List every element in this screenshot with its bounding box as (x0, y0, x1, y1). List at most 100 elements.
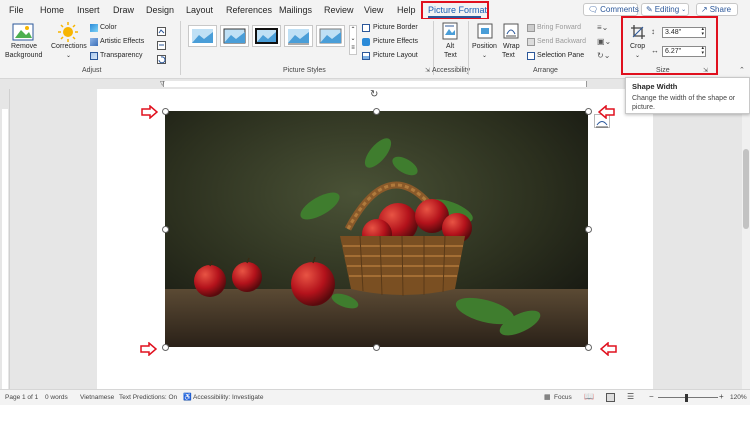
word-count[interactable]: 0 words (45, 394, 68, 401)
change-picture-icon[interactable] (157, 37, 166, 50)
apple-basket-picture[interactable] (165, 111, 588, 347)
artistic-effects-icon (90, 38, 98, 46)
rotate-handle-icon[interactable]: ↻ (370, 89, 378, 100)
zoom-level[interactable]: 120% (730, 394, 747, 401)
share-button[interactable]: ↗ Share (696, 3, 738, 16)
page-count[interactable]: Page 1 of 1 (5, 394, 38, 401)
arrow-left-icon (597, 104, 615, 120)
tab-mailings[interactable]: Mailings (279, 5, 312, 15)
picture-style-1[interactable] (188, 25, 217, 47)
picture-effects-button[interactable]: Picture Effects (373, 38, 418, 45)
scrollbar-thumb[interactable] (743, 149, 749, 229)
remove-background-icon (12, 23, 34, 41)
text-predictions-status[interactable]: Text Predictions: On (119, 394, 177, 401)
wrap-text-button[interactable]: Wrap (503, 43, 520, 50)
vertical-scrollbar[interactable] (742, 89, 750, 389)
accessibility-icon: ♿ (183, 394, 192, 401)
read-mode-icon[interactable]: 📖 (584, 392, 594, 401)
tab-home[interactable]: Home (40, 5, 64, 15)
bring-forward-icon (527, 24, 535, 32)
rotate-icon[interactable]: ↻⌄ (597, 51, 611, 60)
picture-style-5[interactable] (316, 25, 345, 47)
picture-style-4[interactable] (284, 25, 313, 47)
picture-layout-button[interactable]: Picture Layout (373, 52, 418, 59)
color-button[interactable]: Color (100, 24, 117, 31)
dialog-launcher-icon[interactable]: ⇲ (425, 67, 430, 74)
tab-layout[interactable]: Layout (186, 5, 213, 15)
position-button[interactable]: Position (472, 43, 497, 50)
selection-pane-button[interactable]: Selection Pane (537, 52, 584, 59)
tooltip-body: Change the width of the shape or picture… (632, 95, 736, 111)
tab-insert[interactable]: Insert (77, 5, 100, 15)
bring-forward-button[interactable]: Bring Forward (537, 24, 581, 31)
tab-review[interactable]: Review (324, 5, 354, 15)
vertical-ruler-text-area (2, 109, 8, 389)
resize-handle-left[interactable] (162, 226, 169, 233)
chevron-down-icon: ⌄ (482, 53, 488, 59)
tab-help[interactable]: Help (397, 5, 416, 15)
focus-icon: ▦ (544, 394, 551, 401)
reset-picture-icon[interactable] (157, 51, 166, 64)
zoom-out-icon[interactable]: − (649, 392, 654, 401)
zoom-slider[interactable] (658, 397, 718, 398)
wrap-text-label2: Text (502, 52, 515, 59)
highlight-picture-format-tab (421, 1, 489, 20)
comments-button[interactable]: 🗨 Comments (583, 3, 639, 16)
resize-handle-bottom-left[interactable] (162, 344, 169, 351)
language-indicator[interactable]: Vietnamese (80, 394, 114, 401)
print-layout-icon[interactable] (606, 393, 615, 402)
tab-file[interactable]: File (9, 5, 24, 15)
picture-style-3[interactable] (252, 25, 281, 47)
highlight-size-group (621, 16, 718, 75)
arrange-group-label: Arrange (533, 67, 558, 74)
web-layout-icon[interactable]: ☰ (627, 392, 634, 401)
separator (180, 21, 181, 75)
resize-handle-top[interactable] (373, 108, 380, 115)
editing-button[interactable]: ✎ Editing ⌄ (641, 3, 689, 16)
vertical-ruler[interactable] (0, 89, 10, 389)
transparency-button[interactable]: Transparency (100, 52, 143, 59)
tab-design[interactable]: Design (146, 5, 174, 15)
collapse-ribbon-icon[interactable]: ⌃ (739, 66, 745, 74)
selection-pane-icon (527, 52, 535, 60)
zoom-in-icon[interactable]: + (719, 392, 724, 401)
ruler-text-area (163, 81, 587, 87)
resize-handle-bottom-right[interactable] (585, 344, 592, 351)
focus-button[interactable]: Focus (554, 394, 572, 401)
alt-text-button[interactable]: Alt (446, 43, 454, 50)
resize-handle-right[interactable] (585, 226, 592, 233)
tab-draw[interactable]: Draw (113, 5, 134, 15)
picture-style-2[interactable] (220, 25, 249, 47)
status-bar: Page 1 of 1 0 words Vietnamese Text Pred… (0, 389, 750, 405)
compress-pictures-icon[interactable] (157, 23, 166, 36)
tab-view[interactable]: View (364, 5, 383, 15)
adjust-group-label: Adjust (82, 67, 102, 74)
remove-background-label2: Background (5, 52, 43, 59)
shape-width-tooltip: Shape Width Change the width of the shap… (625, 77, 750, 114)
indent-marker-icon[interactable]: ▽ (160, 80, 165, 87)
picture-border-button[interactable]: Picture Border (373, 24, 418, 31)
editing-label: Editing (654, 5, 680, 14)
send-backward-icon (527, 38, 535, 46)
send-backward-button[interactable]: Send Backward (537, 38, 586, 45)
align-icon[interactable]: ≡⌄ (597, 23, 611, 32)
wrap-text-icon (503, 23, 519, 39)
resize-handle-bottom[interactable] (373, 344, 380, 351)
resize-handle-top-left[interactable] (162, 108, 169, 115)
styles-gallery-scroll[interactable]: ⌃ ⌄ ≡ (349, 25, 357, 55)
accessibility-status[interactable]: Accessibility: Investigate (193, 394, 263, 401)
picture-border-icon (362, 24, 370, 32)
corrections-icon (58, 22, 78, 42)
tooltip-title: Shape Width (632, 82, 678, 91)
group-icon[interactable]: ▣⌄ (597, 37, 611, 46)
tab-references[interactable]: References (226, 5, 272, 15)
zoom-slider-thumb[interactable] (685, 394, 688, 402)
page-footer-space (0, 405, 750, 434)
artistic-effects-button[interactable]: Artistic Effects (100, 38, 144, 45)
remove-background-button[interactable]: Remove (11, 43, 37, 50)
corrections-button[interactable]: Corrections (51, 43, 87, 50)
chevron-down-icon: ⌄ (66, 53, 72, 59)
alt-text-label2: Text (444, 52, 457, 59)
picture-layout-icon (362, 52, 370, 60)
resize-handle-top-right[interactable] (585, 108, 592, 115)
